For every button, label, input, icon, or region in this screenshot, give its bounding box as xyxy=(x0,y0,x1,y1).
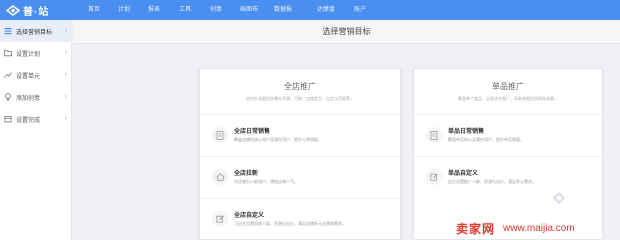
option-description: 为店铺引入新用户，增加店铺人气。 xyxy=(234,179,298,184)
card-title: 单品推广 xyxy=(492,82,524,91)
option-description: 自主设置推广人群、资源位出价，满足多元需求。 xyxy=(448,179,536,184)
house-icon xyxy=(212,169,228,185)
nav-home[interactable]: 首页 xyxy=(88,0,100,20)
option-title: 全店自定义 xyxy=(234,213,265,219)
option-title: 全店日常销售 xyxy=(234,129,271,135)
sidebar-item-complete[interactable]: 设置完成 › xyxy=(0,108,72,130)
logo-icon xyxy=(6,4,20,16)
sidebar-item-unit[interactable]: 设置单元 › xyxy=(0,64,72,86)
sidebar-item-marketing-goal[interactable]: 选择营销目标 › xyxy=(0,20,72,42)
card-title: 全店推广 xyxy=(284,82,316,91)
option-description: 覆盖单品核心及潜在用户，提升单品销量。 xyxy=(448,137,524,142)
nav-canvas[interactable]: 画图布 xyxy=(240,0,258,20)
sidebar-item-label: 设置完成 xyxy=(16,117,41,124)
bulb-icon xyxy=(4,93,12,101)
edit-icon xyxy=(212,211,228,227)
card-header: 单品推广 覆盖单个商品，全面优化推广，获取海量优质精准流量。 xyxy=(414,69,602,115)
nav-damopan[interactable]: 达摩盘 xyxy=(317,0,335,20)
chevron-right-icon: › xyxy=(65,94,67,100)
edit-icon xyxy=(426,169,442,185)
sidebar-item-label: 设置计划 xyxy=(16,51,41,58)
doc-icon xyxy=(212,127,228,143)
nav-account[interactable]: 账户 xyxy=(354,0,366,20)
nav-tools[interactable]: 工具 xyxy=(179,0,191,20)
watermark-text: 卖家网 xyxy=(456,221,496,236)
chevron-right-icon: › xyxy=(65,28,67,34)
card-store-promotion: 全店推广 站内外海量优质曝光资源，可推广店铺首页、自定义页面等。 全店日常销售 … xyxy=(199,68,401,240)
option-item-daily-sales[interactable]: 单品日常销售 覆盖单品核心及潜在用户，提升单品销量。 xyxy=(414,115,602,157)
option-store-acquisition[interactable]: 全店拉新 为店铺引入新用户，增加店铺人气。 xyxy=(200,157,400,199)
sidebar-item-plan[interactable]: 设置计划 › xyxy=(0,42,72,64)
option-title: 单品日常销售 xyxy=(448,129,485,135)
nav-data[interactable]: 数据报 xyxy=(274,0,292,20)
option-store-custom[interactable]: 全店自定义 可自主设置投放人群、资源位出价，满足店铺多元化营销需求。 xyxy=(200,199,400,240)
page-title: 选择营销目标 xyxy=(73,20,620,44)
option-title: 全店拉新 xyxy=(234,171,259,177)
logo[interactable]: 普·站 xyxy=(6,3,50,18)
chevron-right-icon: › xyxy=(65,50,67,56)
sidebar-item-label: 选择营销目标 xyxy=(16,29,53,36)
card-item-promotion: 单品推广 覆盖单个商品，全面优化推广，获取海量优质精准流量。 单品日常销售 覆盖… xyxy=(413,68,603,240)
nav-plan[interactable]: 计划 xyxy=(118,0,130,20)
sidebar: 选择营销目标 › 设置计划 › 设置单元 › 添加创意 › 设置完成 › xyxy=(0,20,72,240)
option-description: 可自主设置投放人群、资源位出价，满足店铺多元化营销需求。 xyxy=(234,221,346,226)
option-description: 覆盖店铺的核心用户及潜在用户，提升日常销量。 xyxy=(234,137,322,142)
option-store-daily-sales[interactable]: 全店日常销售 覆盖店铺的核心用户及潜在用户，提升日常销量。 xyxy=(200,115,400,157)
sidebar-item-label: 添加创意 xyxy=(16,95,41,102)
chart-icon xyxy=(4,71,12,79)
chevron-right-icon: › xyxy=(65,116,67,122)
chevron-right-icon: › xyxy=(65,72,67,78)
sidebar-item-creative[interactable]: 添加创意 › xyxy=(0,86,72,108)
option-title: 单品自定义 xyxy=(448,171,479,177)
top-navigation-bar: 普·站 首页 计划 报表 工具 创意 画图布 数据报 达摩盘 账户 xyxy=(0,0,620,20)
option-item-custom[interactable]: 单品自定义 自主设置推广人群、资源位出价，满足多元需求。 xyxy=(414,157,602,199)
card-description: 覆盖单个商品，全面优化推广，获取海量优质精准流量。 xyxy=(458,96,558,101)
logo-text: 普·站 xyxy=(23,6,50,18)
nav-reports[interactable]: 报表 xyxy=(148,0,160,20)
box-icon xyxy=(4,115,12,123)
main-content: 选择营销目标 全店推广 站内外海量优质曝光资源，可推广店铺首页、自定义页面等。 … xyxy=(73,20,620,240)
list-icon xyxy=(4,27,12,35)
doc-icon xyxy=(426,127,442,143)
nav-creative[interactable]: 创意 xyxy=(210,0,222,20)
card-header: 全店推广 站内外海量优质曝光资源，可推广店铺首页、自定义页面等。 xyxy=(200,69,400,115)
watermark: 卖家网 www.maijia.com xyxy=(456,218,575,238)
folder-icon xyxy=(4,49,12,57)
sidebar-item-label: 设置单元 xyxy=(16,73,41,80)
card-description: 站内外海量优质曝光资源，可推广店铺首页、自定义页面等。 xyxy=(246,96,354,101)
decorative-logo-icon xyxy=(552,191,566,205)
watermark-url: www.maijia.com xyxy=(503,222,575,234)
